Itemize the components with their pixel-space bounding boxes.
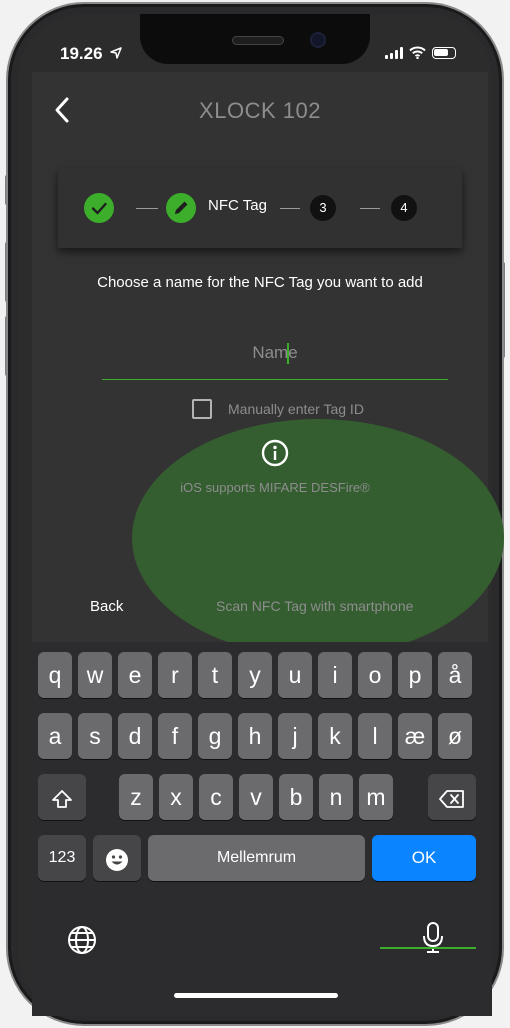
emoji-key[interactable] [93,835,141,881]
accent-underline [380,947,476,949]
keyboard: qwertyuiopå asdfghjklæø zxcvbnm 123 Mell… [32,642,492,948]
key-f[interactable]: f [158,713,192,759]
step-connector [360,208,380,209]
manual-tag-id-option[interactable]: Manually enter Tag ID [192,398,364,420]
key-g[interactable]: g [198,713,232,759]
key-k[interactable]: k [318,713,352,759]
key-ø[interactable]: ø [438,713,472,759]
space-key[interactable]: Mellemrum [148,835,365,881]
numbers-key[interactable]: 123 [38,835,86,881]
pencil-icon [175,201,188,214]
form-prompt: Choose a name for the NFC Tag you want t… [97,274,423,291]
key-s[interactable]: s [78,713,112,759]
key-o[interactable]: o [358,652,392,698]
page-title: XLOCK 102 [199,98,321,123]
back-button[interactable]: Back [90,598,123,615]
phone-frame: 19.26 XLOCK 102 NFC Tag 3 4 Choose a nam… [0,0,510,1028]
key-å[interactable]: å [438,652,472,698]
name-input[interactable] [102,328,448,378]
step-3-badge: 3 [310,195,336,221]
key-r[interactable]: r [158,652,192,698]
key-x[interactable]: x [159,774,193,820]
text-caret [287,343,289,364]
key-p[interactable]: p [398,652,432,698]
key-n[interactable]: n [319,774,353,820]
ios-support-note: iOS supports MIFARE DESFire® [180,480,370,495]
key-c[interactable]: c [199,774,233,820]
keyboard-bottom-bar [32,922,492,1016]
key-w[interactable]: w [78,652,112,698]
key-a[interactable]: a [38,713,72,759]
shift-key[interactable] [38,774,86,820]
stepper: NFC Tag 3 4 [58,168,462,248]
key-y[interactable]: y [238,652,272,698]
shift-icon [52,790,72,808]
home-indicator[interactable] [174,993,338,998]
key-u[interactable]: u [278,652,312,698]
name-field[interactable] [102,328,448,380]
step-1-done [84,193,114,223]
key-j[interactable]: j [278,713,312,759]
delete-key[interactable] [428,774,476,820]
step-2-label: NFC Tag [208,197,267,214]
highlight-overlay [132,419,504,657]
step-connector [280,208,300,209]
globe-icon[interactable] [66,924,98,956]
manual-tag-id-label: Manually enter Tag ID [228,401,364,417]
key-l[interactable]: l [358,713,392,759]
key-e[interactable]: e [118,652,152,698]
manual-tag-id-checkbox[interactable] [192,399,212,419]
key-d[interactable]: d [118,713,152,759]
backspace-icon [439,790,464,808]
key-h[interactable]: h [238,713,272,759]
emoji-icon [106,848,128,871]
key-æ[interactable]: æ [398,713,432,759]
key-t[interactable]: t [198,652,232,698]
info-circle-icon [261,439,289,467]
check-icon [91,202,107,215]
key-z[interactable]: z [119,774,153,820]
key-v[interactable]: v [239,774,273,820]
header: XLOCK 102 [32,72,488,152]
ok-key[interactable]: OK [372,835,476,881]
key-q[interactable]: q [38,652,72,698]
key-m[interactable]: m [359,774,393,820]
step-connector [136,208,158,209]
scan-nfc-button[interactable]: Scan NFC Tag with smartphone [216,598,413,614]
key-b[interactable]: b [279,774,313,820]
key-i[interactable]: i [318,652,352,698]
step-2-active [166,193,196,223]
step-4-badge: 4 [391,195,417,221]
microphone-icon[interactable] [421,921,445,955]
